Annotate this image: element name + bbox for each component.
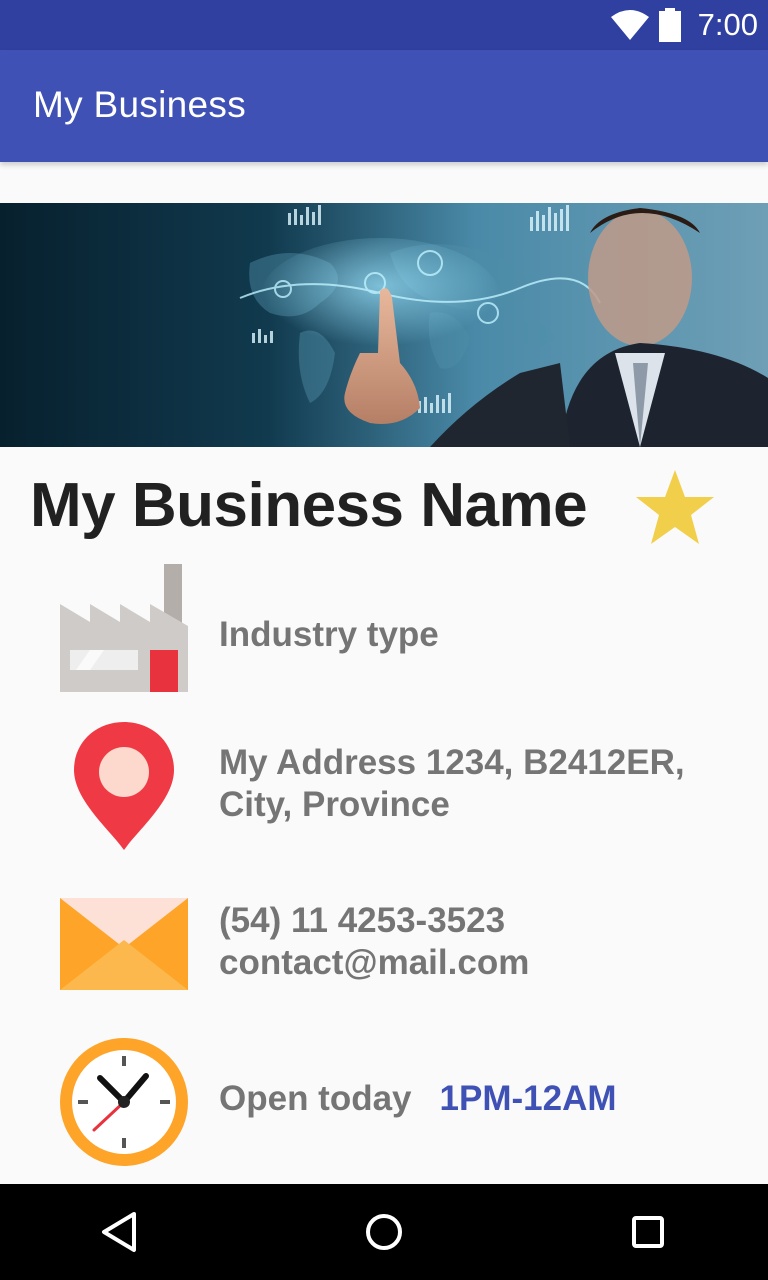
contact: (54) 11 4253-3523 contact@mail.com — [219, 900, 529, 984]
industry-type: Industry type — [219, 615, 439, 654]
app-title: My Business — [33, 84, 247, 125]
hero-image — [0, 203, 768, 447]
navigation-bar — [0, 1184, 768, 1280]
phone-number[interactable]: (54) 11 4253-3523 — [219, 900, 529, 942]
status-icons: 7:00 — [610, 0, 758, 50]
address: My Address 1234, B2412ER, City, Province — [219, 742, 685, 826]
envelope-icon — [60, 898, 188, 990]
address-line-2: City, Province — [219, 785, 450, 824]
location-pin-icon — [74, 722, 174, 850]
clock-icon — [60, 1038, 188, 1166]
status-bar: 7:00 — [0, 0, 768, 50]
factory-icon — [60, 564, 188, 692]
hero-illustration — [0, 203, 768, 447]
address-line-1: My Address 1234, B2412ER, — [219, 743, 685, 782]
back-icon[interactable] — [90, 1202, 150, 1262]
star-icon[interactable] — [633, 466, 717, 550]
wifi-icon — [610, 10, 649, 40]
hours-label: Open today — [219, 1079, 412, 1118]
recents-icon[interactable] — [618, 1202, 678, 1262]
status-time: 7:00 — [697, 7, 758, 42]
business-name: My Business Name — [30, 471, 588, 540]
battery-icon — [658, 8, 681, 42]
hours-value: 1PM-12AM — [439, 1079, 617, 1118]
hours: Open today 1PM-12AM — [219, 1078, 617, 1120]
home-icon[interactable] — [354, 1202, 414, 1262]
app-bar: My Business — [0, 50, 768, 162]
email-address[interactable]: contact@mail.com — [219, 942, 529, 984]
